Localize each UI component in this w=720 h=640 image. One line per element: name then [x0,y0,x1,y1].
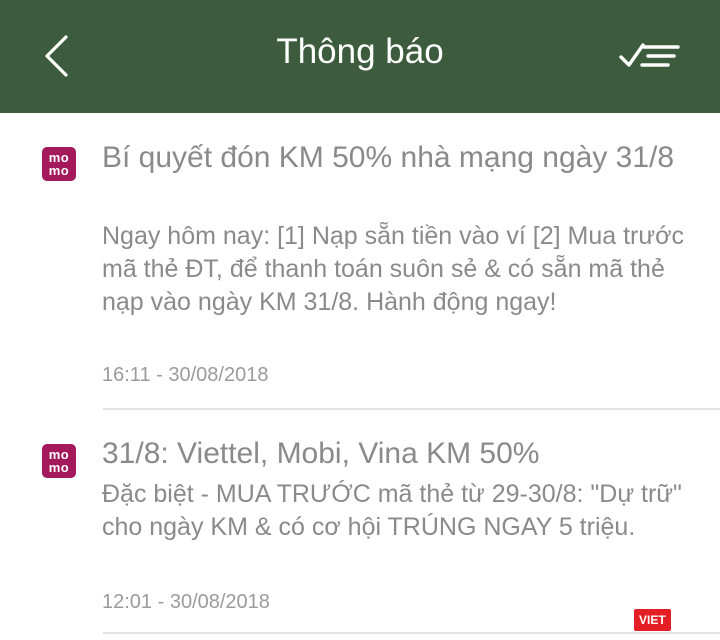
momo-logo: mo mo [42,444,76,478]
notification-time: 16:11 - 30/08/2018 [102,364,269,386]
momo-logo: mo mo [42,147,76,181]
notification-title: Bí quyết đón KM 50% nhà mạng ngày 31/8 [102,141,675,174]
notification-body: Đặc biệt - MUA TRƯỚC mã thẻ từ 29-30/8: … [102,480,682,541]
divider [103,632,720,634]
notification-item[interactable]: mo mo 31/8: Viettel, Mobi, Vina KM 50% Đ… [0,410,720,632]
checklist-icon [619,43,680,67]
app-header: Thông báo [0,0,720,113]
notification-body: Ngay hôm nay: [1] Nạp sẵn tiền vào ví [2… [102,222,685,316]
watermark-logo: VIET [634,609,671,631]
page-title: Thông báo [276,32,444,71]
mark-all-read-button[interactable] [614,34,686,78]
notification-title: 31/8: Viettel, Mobi, Vina KM 50% [102,437,540,470]
notification-item[interactable]: mo mo Bí quyết đón KM 50% nhà mạng ngày … [0,113,720,409]
notification-time: 12:01 - 30/08/2018 [102,591,270,613]
